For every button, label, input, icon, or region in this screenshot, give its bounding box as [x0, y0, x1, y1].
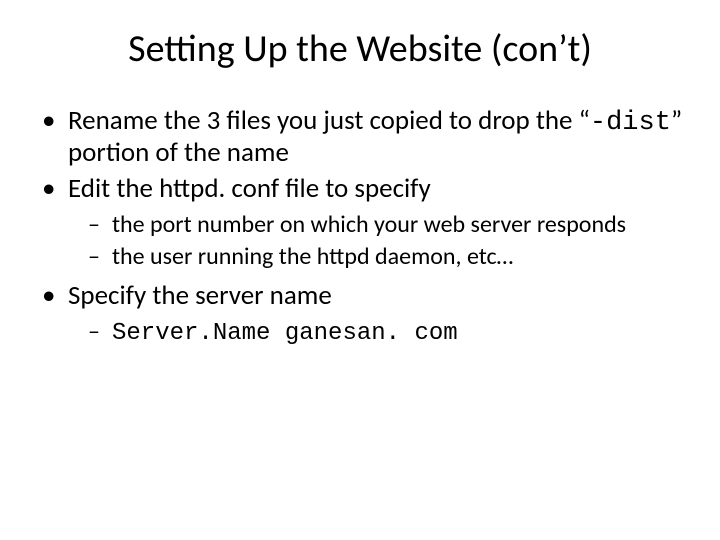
slide: Setting Up the Website (con’t) Rename th…	[0, 0, 720, 540]
bullet-text: Edit the httpd. conf file to specify	[68, 172, 431, 205]
sub-bullet-item: the port number on which your web server…	[88, 211, 692, 239]
bullet-item: Specify the server name Server.Name gane…	[42, 281, 692, 348]
sub-bullet-item: the user running the httpd daemon, etc…	[88, 243, 692, 271]
sub-bullet-list: Server.Name ganesan. com	[88, 318, 692, 348]
bullet-item: Rename the 3 files you just copied to dr…	[42, 106, 692, 168]
bullet-item: Edit the httpd. conf file to specify the…	[42, 174, 692, 271]
sub-bullet-item: Server.Name ganesan. com	[88, 318, 692, 348]
code-text: Server.Name ganesan. com	[112, 320, 458, 347]
bullet-list: Rename the 3 files you just copied to dr…	[42, 106, 692, 348]
bullet-text: the user running the httpd daemon, etc…	[112, 242, 513, 271]
slide-title: Setting Up the Website (con’t)	[28, 26, 692, 72]
code-text: -dist	[590, 108, 671, 138]
sub-bullet-list: the port number on which your web server…	[88, 211, 692, 272]
bullet-text: Specify the server name	[68, 279, 332, 312]
bullet-text: Rename the 3 files you just copied to dr…	[68, 104, 590, 137]
bullet-text: the port number on which your web server…	[112, 210, 626, 239]
